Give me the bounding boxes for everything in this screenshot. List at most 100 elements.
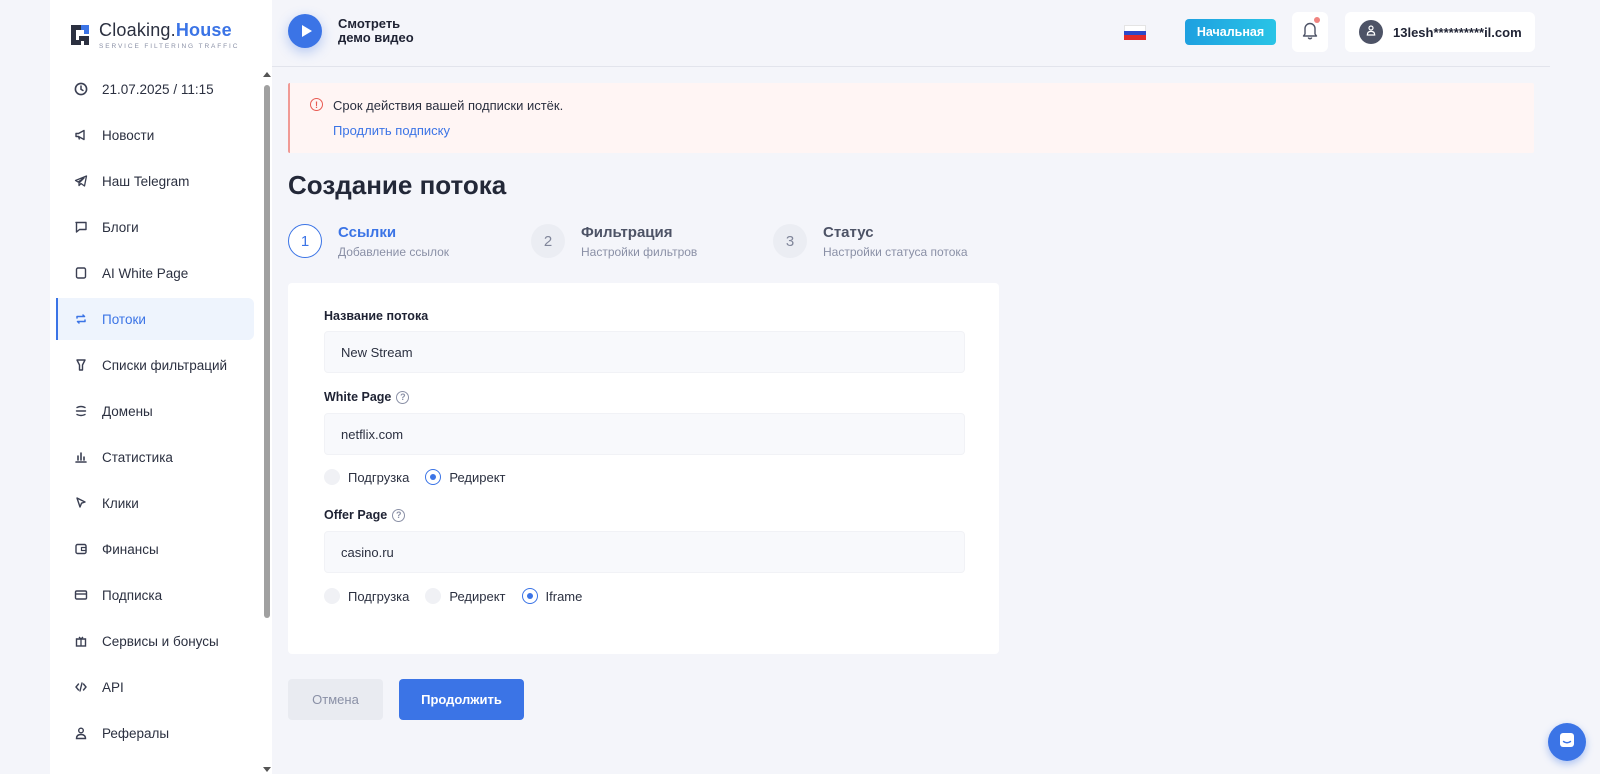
scrollbar-thumb[interactable] [264, 85, 270, 618]
sidebar-item-subscription[interactable]: Подписка [56, 574, 254, 616]
sidebar-item-label: Наш Telegram [102, 173, 190, 189]
logo-icon [69, 21, 91, 49]
sidebar-item-services-bonuses[interactable]: Сервисы и бонусы [56, 620, 254, 662]
demo-video-link[interactable]: Смотреть демо видео [288, 14, 414, 48]
stream-name-label: Название потока [324, 309, 429, 323]
sidebar-item-label: Подписка [102, 587, 163, 603]
notification-badge [1314, 17, 1320, 23]
top-bar: Смотреть демо видео Начальная 13lesh****… [272, 0, 1550, 67]
sidebar-item-label: API [102, 679, 124, 695]
sidebar-item-label: Домены [102, 403, 153, 419]
brand-tagline: SERVICE FILTERING TRAFFIC [99, 43, 240, 50]
white-page-radio-redirect[interactable]: Редирект [425, 469, 506, 485]
continue-button[interactable]: Продолжить [399, 679, 524, 720]
user-menu[interactable]: 13lesh**********il.com [1345, 12, 1535, 52]
offer-page-radio-load[interactable]: Подгрузка [324, 588, 409, 604]
stream-form-card: Название потока White Page ? Подгрузка Р… [288, 283, 999, 654]
globe-icon [74, 404, 88, 418]
demo-label-line2: демо видео [338, 30, 414, 45]
brand-logo[interactable]: Cloaking.House SERVICE FILTERING TRAFFIC [69, 20, 239, 50]
sidebar-item-label: Клики [102, 495, 139, 511]
sidebar-item-datetime: 21.07.2025 / 11:15 [56, 68, 254, 110]
white-page-label: White Page ? [324, 390, 410, 404]
sidebar-item-label: Сервисы и бонусы [102, 633, 219, 649]
wallet-icon [74, 542, 88, 556]
page-icon [74, 266, 88, 280]
sidebar-item-label: Новости [102, 127, 155, 143]
step-status[interactable]: 3 Статус Настройки статуса потока [773, 224, 968, 259]
scroll-down-arrow-icon[interactable] [263, 767, 271, 772]
user-icon [74, 726, 88, 740]
subscription-expired-alert: ! Срок действия вашей подписки истёк. Пр… [288, 83, 1534, 153]
chat-bubble-icon [74, 220, 88, 234]
stream-name-input[interactable] [324, 331, 965, 373]
avatar [1359, 20, 1383, 44]
alert-message: Срок действия вашей подписки истёк. [333, 98, 564, 113]
sidebar-item-news[interactable]: Новости [56, 114, 254, 156]
step-subtitle: Настройки фильтров [581, 245, 698, 259]
sidebar-item-filter-lists[interactable]: Списки фильтраций [56, 344, 254, 386]
sidebar-item-label: 21.07.2025 / 11:15 [102, 81, 214, 97]
user-icon [1365, 23, 1377, 41]
sidebar-item-ai-white-page[interactable]: AI White Page [56, 252, 254, 294]
clock-icon [74, 82, 88, 96]
sidebar-item-telegram[interactable]: Наш Telegram [56, 160, 254, 202]
step-subtitle: Добавление ссылок [338, 245, 450, 259]
white-page-radio-load[interactable]: Подгрузка [324, 469, 409, 485]
support-chat-button[interactable] [1548, 723, 1586, 761]
bar-chart-icon [74, 450, 88, 464]
white-page-mode-group: Подгрузка Редирект [324, 469, 522, 485]
sidebar-item-domains[interactable]: Домены [56, 390, 254, 432]
sidebar-item-referrals[interactable]: Рефералы [56, 712, 254, 754]
sidebar-item-label: Финансы [102, 541, 159, 557]
step-filtering[interactable]: 2 Фильтрация Настройки фильтров [531, 224, 697, 259]
sidebar-item-label: Рефералы [102, 725, 170, 741]
help-icon[interactable]: ? [396, 390, 410, 404]
renew-subscription-link[interactable]: Продлить подписку [333, 123, 450, 138]
filter-icon [74, 358, 88, 372]
cursor-icon [74, 496, 88, 510]
sidebar-item-label: Потоки [102, 311, 146, 327]
sidebar-item-label: Блоги [102, 219, 139, 235]
telegram-icon [74, 174, 88, 188]
page-title: Создание потока [288, 170, 507, 200]
home-button[interactable]: Начальная [1185, 19, 1276, 45]
sidebar-item-label: AI White Page [102, 265, 189, 281]
step-number: 2 [531, 224, 565, 258]
step-title: Статус [823, 224, 874, 241]
refresh-icon [74, 312, 88, 326]
offer-page-input[interactable] [324, 531, 965, 573]
help-icon[interactable]: ? [392, 508, 406, 522]
step-number: 3 [773, 224, 807, 258]
offer-page-radio-iframe[interactable]: Iframe [521, 588, 582, 604]
sidebar-item-statistics[interactable]: Статистика [56, 436, 254, 478]
step-links[interactable]: 1 Ссылки Добавление ссылок [288, 224, 449, 259]
alert-icon: ! [310, 98, 323, 111]
cancel-button[interactable]: Отмена [288, 679, 383, 720]
sidebar-item-label: Статистика [102, 449, 173, 465]
megaphone-icon [74, 128, 88, 142]
step-title: Ссылки [338, 224, 397, 241]
sidebar: Cloaking.House SERVICE FILTERING TRAFFIC… [50, 0, 272, 774]
white-page-input[interactable] [324, 413, 965, 455]
offer-page-label: Offer Page ? [324, 508, 406, 522]
play-icon[interactable] [288, 14, 322, 48]
offer-page-radio-redirect[interactable]: Редирект [425, 588, 506, 604]
sidebar-item-finance[interactable]: Финансы [56, 528, 254, 570]
sidebar-item-clicks[interactable]: Клики [56, 482, 254, 524]
scroll-up-arrow-icon[interactable] [263, 72, 271, 77]
step-number: 1 [288, 224, 322, 258]
sidebar-nav: 21.07.2025 / 11:15 Новости Наш Telegram … [56, 68, 254, 758]
sidebar-item-label: Списки фильтраций [102, 357, 228, 373]
sidebar-item-blogs[interactable]: Блоги [56, 206, 254, 248]
sidebar-item-streams[interactable]: Потоки [56, 298, 254, 340]
sidebar-scrollbar[interactable] [263, 72, 271, 772]
card-icon [74, 588, 88, 602]
sidebar-item-api[interactable]: API [56, 666, 254, 708]
chat-icon [1558, 731, 1576, 754]
notifications-button[interactable] [1292, 12, 1328, 52]
russian-flag-icon[interactable] [1124, 25, 1146, 41]
offer-page-mode-group: Подгрузка Редирект Iframe [324, 588, 598, 604]
user-email: 13lesh**********il.com [1393, 24, 1522, 40]
demo-label-line1: Смотреть [338, 16, 401, 31]
